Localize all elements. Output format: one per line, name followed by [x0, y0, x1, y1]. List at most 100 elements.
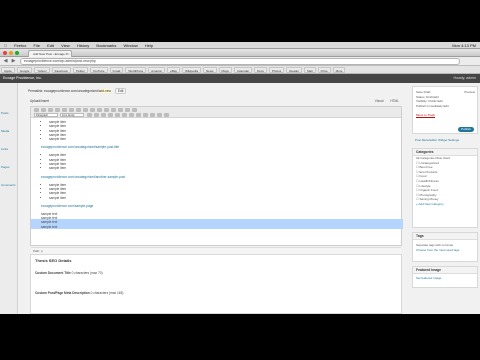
back-arrow-icon[interactable]: ◀: [3, 59, 8, 64]
bookmark-item[interactable]: Google: [16, 67, 33, 73]
categories-title: Categories: [413, 149, 477, 156]
number-list-icon[interactable]: [62, 108, 67, 112]
minimize-window-button[interactable]: [9, 51, 13, 55]
kitchen-sink-icon[interactable]: [132, 108, 137, 112]
menu-help[interactable]: Help: [145, 42, 153, 49]
underline-icon[interactable]: [87, 113, 92, 117]
italic-icon[interactable]: [41, 108, 46, 112]
category-label: Lifestyle: [419, 183, 431, 188]
post-edit-main: Permalink: ecoageprovidence.com/uncatego…: [22, 86, 407, 314]
bookmark-item[interactable]: Photos: [268, 67, 285, 73]
bookmark-item[interactable]: Apple: [1, 67, 15, 73]
help-icon[interactable]: [164, 113, 169, 117]
strikethrough-icon[interactable]: [48, 108, 53, 112]
close-window-button[interactable]: [3, 51, 7, 55]
font-family-select[interactable]: Font family: [60, 113, 84, 117]
bookmark-item[interactable]: Twitter: [72, 67, 88, 73]
forward-arrow-icon[interactable]: ▶: [11, 59, 16, 64]
post-content-editor[interactable]: Paragraph Font family sample item: [30, 106, 403, 257]
bookmark-item[interactable]: Drive: [317, 67, 331, 73]
justify-icon[interactable]: [94, 113, 99, 117]
howdy-link[interactable]: Howdy, admin: [453, 75, 476, 82]
bookmark-item[interactable]: More: [332, 67, 346, 73]
preview-button[interactable]: Preview: [464, 90, 475, 95]
url-field[interactable]: ecoageprovidence.com/wp-admin/post-new.p…: [20, 58, 460, 65]
bookmark-item[interactable]: YouTube: [89, 67, 108, 73]
widget-settings-link[interactable]: Post Meta Editor Widget Settings: [412, 138, 478, 143]
align-right-icon[interactable]: [90, 108, 95, 112]
menu-edit[interactable]: Edit: [47, 42, 54, 49]
permalink-slug[interactable]: add-new: [98, 89, 111, 93]
bookmark-item[interactable]: Gmail: [109, 67, 124, 73]
bookmark-item[interactable]: Calendar: [233, 67, 253, 73]
bookmark-item[interactable]: News: [203, 67, 217, 73]
bookmark-item[interactable]: Maps: [218, 67, 232, 73]
set-featured-image-link[interactable]: Set featured image: [413, 276, 477, 281]
menu-window[interactable]: Window: [124, 42, 138, 49]
add-category-link[interactable]: + Add New Category: [413, 202, 477, 207]
redo-icon[interactable]: [157, 113, 162, 117]
bold-icon[interactable]: [34, 108, 39, 112]
permalink-edit-button[interactable]: Edit: [114, 88, 127, 94]
bookmark-item[interactable]: Reader: [286, 67, 303, 73]
seo-doc-title-field[interactable]: Custom Document Title 0 characters (max …: [35, 271, 103, 275]
zoom-window-button[interactable]: [15, 51, 19, 55]
most-used-tags-link[interactable]: Choose from the most used tags: [413, 248, 477, 253]
spellcheck-icon[interactable]: [118, 108, 123, 112]
format-select[interactable]: Paragraph: [34, 113, 58, 117]
bookmarks-bar: Apple Google Yahoo! Facebook Twitter YouTube G…: [0, 66, 480, 74]
site-name-link[interactable]: Ecoage Providence, Inc.: [3, 75, 42, 82]
clear-format-icon[interactable]: [122, 113, 127, 117]
content-link[interactable]: ecoageprovidence.com/uncategorized/sampl…: [41, 145, 401, 149]
menu-bookmarks[interactable]: Bookmarks: [96, 42, 116, 49]
content-link[interactable]: ecoageprovidence.com/sample-page: [41, 204, 401, 208]
unlink-icon[interactable]: [104, 108, 109, 112]
menu-view[interactable]: View: [61, 42, 70, 49]
bookmark-item[interactable]: Docs: [254, 67, 267, 73]
menu-app[interactable]: Firefox: [14, 42, 26, 49]
menu-comments[interactable]: Comments: [1, 183, 16, 187]
bullet-list-icon[interactable]: [55, 108, 60, 112]
more-tag-icon[interactable]: [111, 108, 116, 112]
undo-icon[interactable]: [150, 113, 155, 117]
bookmark-item[interactable]: Amazon: [148, 67, 166, 73]
browser-tab[interactable]: Add New Post ‹ Ecoage Pr...: [28, 50, 72, 57]
blockquote-icon[interactable]: [69, 108, 74, 112]
bookmark-item[interactable]: eBay: [167, 67, 180, 73]
apple-icon[interactable]: : [4, 42, 7, 49]
bookmark-item[interactable]: Facebook: [51, 67, 71, 73]
categories-box: Categories All Categories Most Used ☐ Un…: [412, 148, 478, 228]
special-char-icon[interactable]: [129, 113, 134, 117]
menu-links[interactable]: Links: [1, 147, 8, 151]
align-center-icon[interactable]: [83, 108, 88, 112]
bookmark-item[interactable]: Yahoo!: [34, 67, 50, 73]
menu-media[interactable]: Media: [1, 129, 9, 133]
menu-history[interactable]: History: [77, 42, 89, 49]
bookmark-item[interactable]: WordPress: [125, 67, 147, 73]
align-left-icon[interactable]: [76, 108, 81, 112]
content-link[interactable]: ecoageprovidence.com/uncategorized/anoth…: [41, 175, 401, 179]
tab-html[interactable]: HTML: [390, 99, 399, 103]
bookmark-item[interactable]: Wikipedia: [182, 67, 202, 73]
post-sidebar: Save Draft Preview Status: Draft Edit Vi…: [412, 86, 478, 312]
text-color-icon[interactable]: [101, 113, 106, 117]
menu-file[interactable]: File: [33, 42, 39, 49]
bookmark-item[interactable]: Mail: [304, 67, 316, 73]
paste-text-icon[interactable]: [108, 113, 113, 117]
menu-posts[interactable]: Posts: [1, 111, 9, 115]
paste-word-icon[interactable]: [115, 113, 120, 117]
publish-button[interactable]: Publish: [458, 127, 474, 132]
category-list: ☐ Uncategorized ☐ Best Free ☐ Eco Products…: [413, 161, 477, 202]
category-label: Best Free: [419, 165, 433, 170]
menu-pages[interactable]: Pages: [1, 165, 10, 169]
fullscreen-icon[interactable]: [125, 108, 130, 112]
link-icon[interactable]: [97, 108, 102, 112]
permalink-row: Permalink: ecoageprovidence.com/uncatego…: [28, 88, 127, 94]
move-to-trash-link[interactable]: Move to Trash: [413, 113, 477, 118]
category-label: Food: [419, 174, 427, 179]
outdent-icon[interactable]: [136, 113, 141, 117]
tab-visual[interactable]: Visual: [375, 99, 384, 103]
upload-insert-link[interactable]: Upload/Insert: [30, 99, 49, 103]
indent-icon[interactable]: [143, 113, 148, 117]
seo-meta-desc-field[interactable]: Custom Post/Page Meta Description 0 char…: [35, 291, 123, 295]
